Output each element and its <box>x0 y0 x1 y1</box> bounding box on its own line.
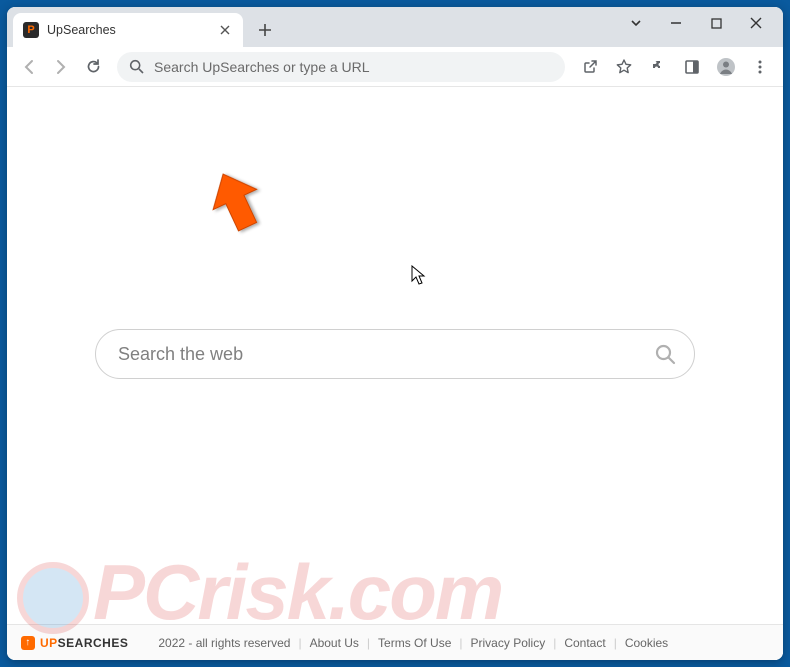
share-icon <box>582 58 599 75</box>
minimize-icon <box>670 17 682 29</box>
search-input[interactable] <box>118 344 654 365</box>
share-button[interactable] <box>575 52 605 82</box>
arrow-right-icon <box>52 58 70 76</box>
extensions-button[interactable] <box>643 52 673 82</box>
tab-upsearches[interactable]: P UpSearches <box>13 13 243 47</box>
plus-icon <box>258 23 272 37</box>
footer-logo: ↑ UPSEARCHES <box>21 636 128 650</box>
sidepanel-button[interactable] <box>677 52 707 82</box>
kebab-icon <box>752 59 768 75</box>
search-box[interactable] <box>95 329 695 379</box>
tab-strip: P UpSearches <box>7 7 783 47</box>
reload-button[interactable] <box>79 53 107 81</box>
search-submit-button[interactable] <box>654 343 676 365</box>
close-tab-button[interactable] <box>217 22 233 38</box>
search-icon <box>129 59 144 74</box>
close-icon <box>220 25 230 35</box>
close-window-button[interactable] <box>747 14 765 32</box>
search-container <box>95 329 695 379</box>
chevron-down-icon <box>630 17 642 29</box>
menu-button[interactable] <box>745 52 775 82</box>
arrow-left-icon <box>20 58 38 76</box>
omnibox-input[interactable] <box>154 59 553 75</box>
star-icon <box>615 58 633 76</box>
footer-logo-up: UP <box>40 636 58 650</box>
close-icon <box>750 17 762 29</box>
page-footer: ↑ UPSEARCHES 2022 - all rights reserved … <box>7 624 783 660</box>
back-button[interactable] <box>15 53 43 81</box>
browser-window: P UpSearches <box>7 7 783 660</box>
new-tab-button[interactable] <box>251 16 279 44</box>
footer-copyright: 2022 - all rights reserved <box>158 636 290 650</box>
maximize-icon <box>711 18 722 29</box>
bookmark-button[interactable] <box>609 52 639 82</box>
minimize-button[interactable] <box>667 14 685 32</box>
footer-link-terms[interactable]: Terms Of Use <box>378 636 451 650</box>
puzzle-icon <box>650 59 666 75</box>
reload-icon <box>85 58 102 75</box>
page-content: ↑ UPSEARCHES 2022 - all rights reserved … <box>7 87 783 660</box>
forward-button[interactable] <box>47 53 75 81</box>
tab-title: UpSearches <box>47 23 116 37</box>
maximize-button[interactable] <box>707 14 725 32</box>
panel-icon <box>684 59 700 75</box>
address-bar[interactable] <box>117 52 565 82</box>
footer-link-contact[interactable]: Contact <box>564 636 605 650</box>
favicon-letter: P <box>27 24 34 36</box>
footer-link-about[interactable]: About Us <box>310 636 359 650</box>
favicon-icon: P <box>23 22 39 38</box>
arrow-annotation-icon <box>207 169 267 239</box>
footer-logo-searches: SEARCHES <box>58 636 129 650</box>
footer-link-privacy[interactable]: Privacy Policy <box>471 636 546 650</box>
profile-icon <box>716 57 736 77</box>
cursor-icon <box>411 265 427 287</box>
footer-logo-mark-icon: ↑ <box>21 636 35 650</box>
toolbar <box>7 47 783 87</box>
window-controls <box>627 7 779 39</box>
magnifier-icon <box>654 343 676 365</box>
profile-button[interactable] <box>711 52 741 82</box>
tab-search-button[interactable] <box>627 14 645 32</box>
footer-link-cookies[interactable]: Cookies <box>625 636 668 650</box>
